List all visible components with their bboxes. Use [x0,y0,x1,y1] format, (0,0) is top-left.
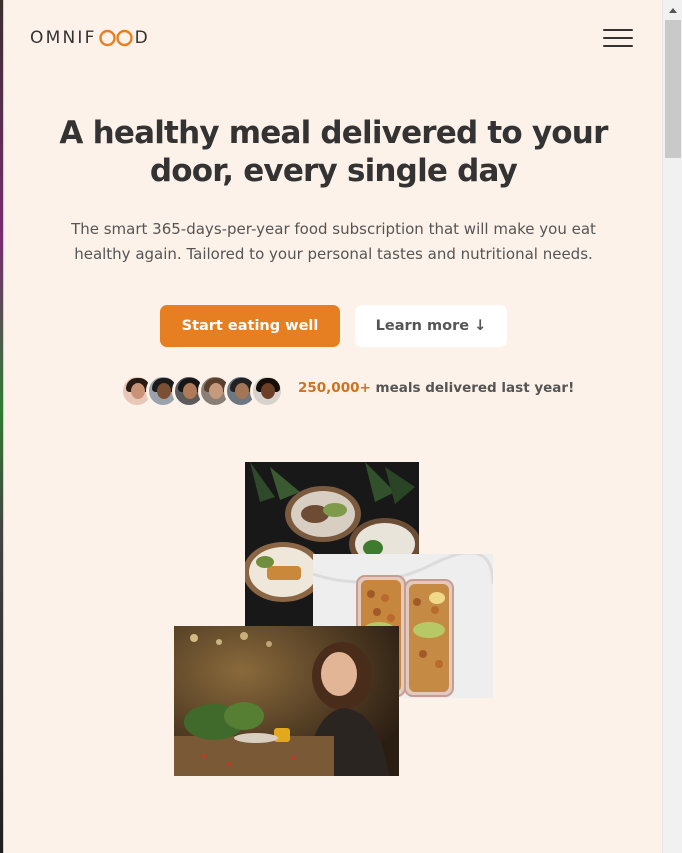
learn-more-button[interactable]: Learn more ↓ [355,305,507,347]
customer-avatar [250,374,284,408]
avatar-face [157,383,171,399]
infinity-oo-icon [98,29,133,47]
menu-line [603,45,633,47]
omnifood-logo[interactable]: OMNIF D [30,27,150,49]
scroll-up-arrow-icon[interactable] [669,8,677,13]
hero-description: The smart 365-days-per-year food subscri… [71,220,596,263]
woman-eating-photo [174,626,399,776]
hamburger-menu-icon[interactable] [602,26,634,50]
omnifood-page: OMNIF D A healthy meal delivered to your… [3,0,662,853]
avatar-face [235,383,249,399]
meals-delivered-label: meals delivered last year! [370,380,575,396]
woman-eating-image [174,626,399,776]
avatar-face [209,383,223,399]
avatar-face [183,383,197,399]
meals-delivered-text: 250,000+ meals delivered last year! [298,380,574,396]
avatar-face [261,383,275,399]
menu-line [603,37,633,39]
customer-avatars [120,374,286,408]
avatar-face [131,383,145,399]
logo-text-right: D [134,28,150,48]
menu-line [603,29,633,31]
meals-delivered-count: 250,000+ [298,380,371,396]
hero-headline: A healthy meal delivered to your door, e… [59,115,608,189]
page-scrollbar[interactable] [662,0,682,853]
scrollbar-thumb[interactable] [665,20,681,158]
start-eating-well-button[interactable]: Start eating well [160,305,340,347]
logo-text-left: OMNIF [30,28,97,48]
